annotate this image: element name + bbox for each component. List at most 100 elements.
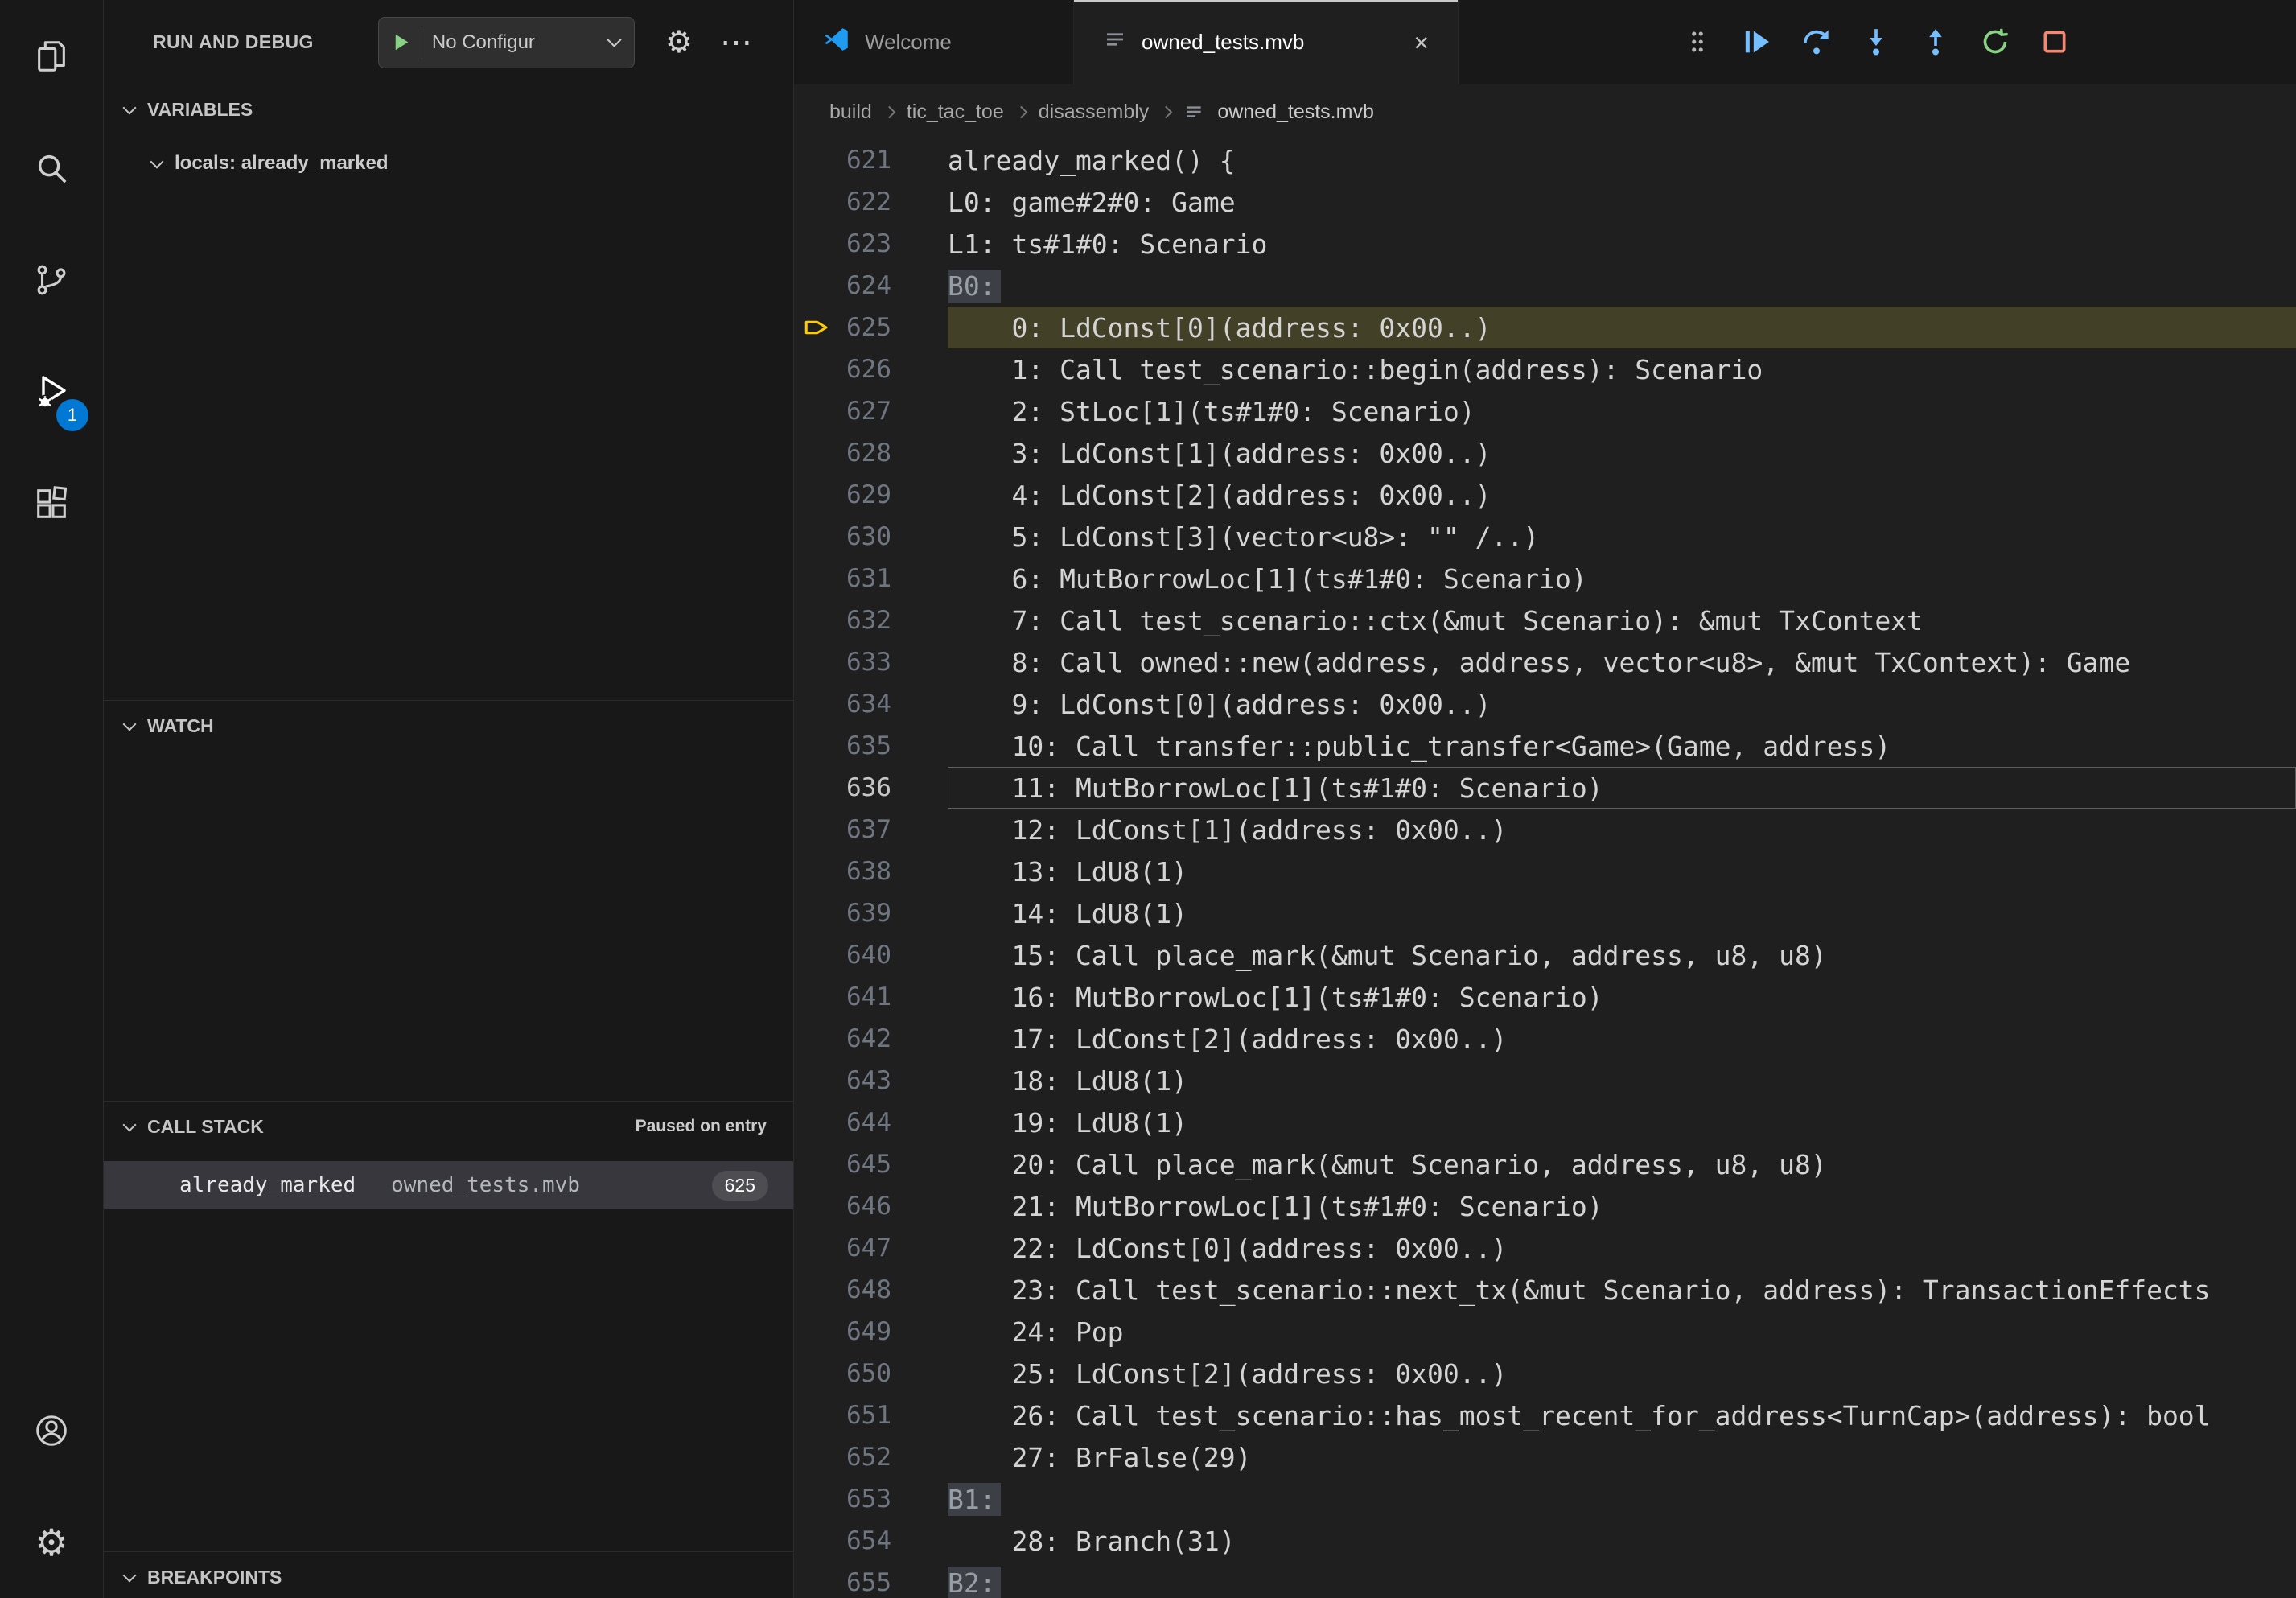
- code-line-641[interactable]: 641 16: MutBorrowLoc[1](ts#1#0: Scenario…: [794, 976, 2296, 1018]
- code-line-634[interactable]: 634 9: LdConst[0](address: 0x00..): [794, 683, 2296, 725]
- breakpoint-gutter[interactable]: [794, 767, 838, 809]
- code-line-627[interactable]: 627 2: StLoc[1](ts#1#0: Scenario): [794, 390, 2296, 432]
- settings-button[interactable]: ⚙: [0, 1486, 103, 1598]
- breakpoint-gutter[interactable]: [794, 307, 838, 348]
- breakpoint-gutter[interactable]: [794, 725, 838, 767]
- code-line-628[interactable]: 628 3: LdConst[1](address: 0x00..): [794, 432, 2296, 474]
- breakpoint-gutter[interactable]: [794, 516, 838, 558]
- breakpoint-gutter[interactable]: [794, 599, 838, 641]
- code-line-636[interactable]: 636 11: MutBorrowLoc[1](ts#1#0: Scenario…: [794, 767, 2296, 809]
- code-line-632[interactable]: 632 7: Call test_scenario::ctx(&mut Scen…: [794, 599, 2296, 641]
- code-line-655[interactable]: 655B2:: [794, 1562, 2296, 1598]
- breakpoint-gutter[interactable]: [794, 1562, 838, 1598]
- breakpoint-gutter[interactable]: [794, 265, 838, 307]
- sidebar-item-explorer[interactable]: [0, 0, 103, 112]
- code-line-650[interactable]: 650 25: LdConst[2](address: 0x00..): [794, 1353, 2296, 1394]
- code-line-649[interactable]: 649 24: Pop: [794, 1311, 2296, 1353]
- variables-section-header[interactable]: VARIABLES: [104, 84, 793, 134]
- breadcrumb-item-file[interactable]: owned_tests.mvb: [1217, 101, 1374, 124]
- breakpoint-gutter[interactable]: [794, 892, 838, 934]
- breakpoint-gutter[interactable]: [794, 223, 838, 265]
- code-line-647[interactable]: 647 22: LdConst[0](address: 0x00..): [794, 1227, 2296, 1269]
- code-line-645[interactable]: 645 20: Call place_mark(&mut Scenario, a…: [794, 1143, 2296, 1185]
- code-line-651[interactable]: 651 26: Call test_scenario::has_most_rec…: [794, 1394, 2296, 1436]
- stop-button[interactable]: [2036, 23, 2073, 60]
- breakpoint-gutter[interactable]: [794, 1227, 838, 1269]
- code-line-633[interactable]: 633 8: Call owned::new(address, address,…: [794, 641, 2296, 683]
- breakpoint-gutter[interactable]: [794, 390, 838, 432]
- sidebar-item-extensions[interactable]: [0, 447, 103, 559]
- breakpoint-gutter[interactable]: [794, 809, 838, 850]
- breadcrumb-item-build[interactable]: build: [829, 101, 872, 124]
- breakpoint-gutter[interactable]: [794, 934, 838, 976]
- drag-handle-icon[interactable]: [1679, 23, 1716, 60]
- call-stack-section-header[interactable]: CALL STACK Paused on entry: [104, 1102, 793, 1151]
- sidebar-item-run-and-debug[interactable]: 1: [0, 336, 103, 447]
- sidebar-item-search[interactable]: [0, 112, 103, 224]
- code-line-644[interactable]: 644 19: LdU8(1): [794, 1102, 2296, 1143]
- breakpoint-gutter[interactable]: [794, 474, 838, 516]
- breakpoint-gutter[interactable]: [794, 1520, 838, 1562]
- code-line-640[interactable]: 640 15: Call place_mark(&mut Scenario, a…: [794, 934, 2296, 976]
- code-line-635[interactable]: 635 10: Call transfer::public_transfer<G…: [794, 725, 2296, 767]
- step-into-button[interactable]: [1858, 23, 1895, 60]
- debug-config-dropdown[interactable]: No Configur: [378, 17, 635, 68]
- code-line-623[interactable]: 623L1: ts#1#0: Scenario: [794, 223, 2296, 265]
- breakpoint-gutter[interactable]: [794, 1185, 838, 1227]
- code-line-654[interactable]: 654 28: Branch(31): [794, 1520, 2296, 1562]
- breakpoint-gutter[interactable]: [794, 1269, 838, 1311]
- code-line-648[interactable]: 648 23: Call test_scenario::next_tx(&mut…: [794, 1269, 2296, 1311]
- watch-section-header[interactable]: WATCH: [104, 701, 793, 751]
- debug-settings-gear-icon[interactable]: ⚙: [665, 27, 693, 58]
- breakpoint-gutter[interactable]: [794, 1018, 838, 1060]
- breakpoint-gutter[interactable]: [794, 1060, 838, 1102]
- code-line-624[interactable]: 624B0:: [794, 265, 2296, 307]
- more-actions-icon[interactable]: ⋯: [720, 35, 752, 51]
- code-line-631[interactable]: 631 6: MutBorrowLoc[1](ts#1#0: Scenario): [794, 558, 2296, 599]
- code-line-622[interactable]: 622L0: game#2#0: Game: [794, 181, 2296, 223]
- code-line-643[interactable]: 643 18: LdU8(1): [794, 1060, 2296, 1102]
- code-line-639[interactable]: 639 14: LdU8(1): [794, 892, 2296, 934]
- breakpoint-gutter[interactable]: [794, 1311, 838, 1353]
- breakpoint-gutter[interactable]: [794, 1394, 838, 1436]
- code-line-637[interactable]: 637 12: LdConst[1](address: 0x00..): [794, 809, 2296, 850]
- code-line-625[interactable]: 625 0: LdConst[0](address: 0x00..): [794, 307, 2296, 348]
- breakpoint-gutter[interactable]: [794, 348, 838, 390]
- breakpoint-gutter[interactable]: [794, 139, 838, 181]
- breadcrumb-item-tic-tac-toe[interactable]: tic_tac_toe: [907, 101, 1004, 124]
- breakpoint-gutter[interactable]: [794, 1102, 838, 1143]
- breakpoint-gutter[interactable]: [794, 1478, 838, 1520]
- account-button[interactable]: [0, 1374, 103, 1486]
- breakpoint-gutter[interactable]: [794, 1436, 838, 1478]
- code-line-646[interactable]: 646 21: MutBorrowLoc[1](ts#1#0: Scenario…: [794, 1185, 2296, 1227]
- step-over-button[interactable]: [1798, 23, 1835, 60]
- close-icon[interactable]: ×: [1413, 30, 1429, 56]
- breadcrumb-item-disassembly[interactable]: disassembly: [1039, 101, 1150, 124]
- code-line-621[interactable]: 621already_marked() {: [794, 139, 2296, 181]
- breakpoint-gutter[interactable]: [794, 850, 838, 892]
- code-line-653[interactable]: 653B1:: [794, 1478, 2296, 1520]
- breakpoint-gutter[interactable]: [794, 683, 838, 725]
- tab-owned-tests[interactable]: owned_tests.mvb ×: [1074, 0, 1459, 84]
- tab-welcome[interactable]: Welcome: [794, 0, 1074, 84]
- continue-button[interactable]: [1738, 23, 1775, 60]
- code-line-626[interactable]: 626 1: Call test_scenario::begin(address…: [794, 348, 2296, 390]
- code-line-652[interactable]: 652 27: BrFalse(29): [794, 1436, 2296, 1478]
- step-out-button[interactable]: [1917, 23, 1954, 60]
- breakpoint-gutter[interactable]: [794, 641, 838, 683]
- variables-scope-locals[interactable]: locals: already_marked: [104, 139, 793, 187]
- code-line-629[interactable]: 629 4: LdConst[2](address: 0x00..): [794, 474, 2296, 516]
- code-line-642[interactable]: 642 17: LdConst[2](address: 0x00..): [794, 1018, 2296, 1060]
- code-line-638[interactable]: 638 13: LdU8(1): [794, 850, 2296, 892]
- code-line-630[interactable]: 630 5: LdConst[3](vector<u8>: "" /..): [794, 516, 2296, 558]
- breakpoints-section-header[interactable]: BREAKPOINTS: [104, 1552, 793, 1598]
- sidebar-item-source-control[interactable]: [0, 224, 103, 336]
- breakpoint-gutter[interactable]: [794, 1143, 838, 1185]
- restart-button[interactable]: [1977, 23, 2014, 60]
- breakpoint-gutter[interactable]: [794, 558, 838, 599]
- breakpoint-gutter[interactable]: [794, 1353, 838, 1394]
- breakpoint-gutter[interactable]: [794, 181, 838, 223]
- call-stack-frame[interactable]: already_marked owned_tests.mvb 625: [104, 1161, 793, 1209]
- breakpoint-gutter[interactable]: [794, 976, 838, 1018]
- breakpoint-gutter[interactable]: [794, 432, 838, 474]
